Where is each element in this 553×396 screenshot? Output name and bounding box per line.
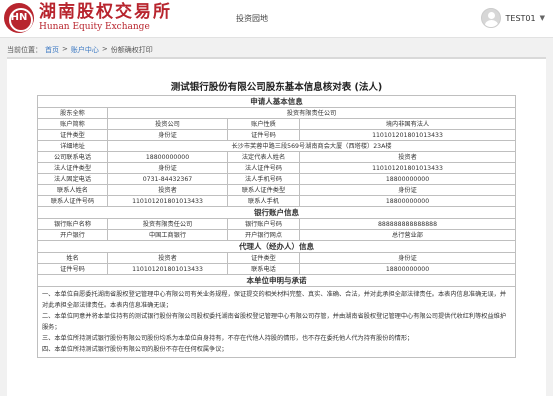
shareholder-name-label: 股东全称 [37,107,108,119]
contact-id-number-value: 110101201801013433 [107,195,228,207]
agent-id-type-label: 证件类型 [227,252,300,264]
bank-account-name-value: 投资有限责任公司 [107,218,228,230]
logo-emblem-icon: HN [4,3,34,33]
legal-id-number-label: 法人证件号码 [227,162,300,174]
exchange-logo[interactable]: HN 湖南股权交易所 Hunan Equity Exchange [4,3,172,33]
shareholder-info-table: 申请人基本信息 股东全称 投资有限责任公司 账户简称 投资公司 账户性质 境内非… [37,95,516,358]
declaration-text: 一、本单位自愿委托湖南省股权登记管理中心有限公司有关业务规程，保证提交的相关材料… [37,286,516,358]
account-nature-value: 境内非国有法人 [299,118,516,130]
breadcrumb-account-center[interactable]: 账户中心 [71,45,99,55]
breadcrumb-home[interactable]: 首页 [45,45,59,55]
top-header: HN 湖南股权交易所 Hunan Equity Exchange 投资园地 TE… [0,0,553,38]
legal-id-number-value: 110101201801013433 [299,162,516,174]
contact-id-type-value: 身份证 [299,184,516,196]
agent-id-number-label: 证件号码 [37,263,108,275]
contact-mobile-label: 联系人手机 [227,195,300,207]
id-type-value: 身份证 [107,129,228,141]
section-declaration: 本单位申明与承诺 [37,274,516,287]
account-short-value: 投资公司 [107,118,228,130]
bank-value: 中国工商银行 [107,229,228,241]
contact-id-number-label: 联系人证件号码 [37,195,108,207]
legal-fixed-phone-label: 法人固定电话 [37,173,108,185]
agent-mobile-value: 18800000000 [299,263,516,275]
agent-id-type-value: 身份证 [299,252,516,264]
main-panel: 测试银行股份有限公司股东基本信息核对表 (法人) 申请人基本信息 股东全称 投资… [7,57,546,396]
contact-name-value: 投资者 [107,184,228,196]
agent-name-label: 姓名 [37,252,108,264]
legal-mobile-label: 法人手机号码 [227,173,300,185]
chevron-down-icon[interactable]: ▼ [540,14,545,22]
contact-mobile-value: 18800000000 [299,195,516,207]
declaration-item-4: 四、本单位所持测试银行股份有限公司的股份不存在任何权属争议； [42,346,228,353]
contact-id-type-label: 联系人证件类型 [227,184,300,196]
account-short-label: 账户简称 [37,118,108,130]
legal-id-type-value: 身份证 [107,162,228,174]
logo-chinese-name: 湖南股权交易所 [39,1,172,22]
legal-rep-name-value: 投资者 [299,151,516,163]
username[interactable]: TEST01 [506,14,536,23]
breadcrumb: 当前位置： 首页 > 账户中心 > 份额确权打印 [7,45,153,55]
nav-investment-garden[interactable]: 投资园地 [236,13,268,24]
shareholder-name-value: 投资有限责任公司 [107,107,516,119]
bank-label: 开户银行 [37,229,108,241]
section-agent-info: 代理人（经办人）信息 [37,240,516,253]
legal-fixed-phone-value: 0731-84432367 [107,173,228,185]
id-type-label: 证件类型 [37,129,108,141]
user-menu[interactable]: TEST01 ▼ [480,8,545,28]
bank-account-no-label: 银行账户号码 [227,218,300,230]
contact-name-label: 联系人姓名 [37,184,108,196]
company-phone-value: 18800000000 [107,151,228,163]
agent-mobile-label: 联系电话 [227,263,300,275]
declaration-item-1: 一、本单位自愿委托湖南省股权登记管理中心有限公司有关业务规程，保证提交的相关材料… [42,291,507,309]
breadcrumb-separator: > [62,45,68,53]
avatar[interactable] [480,8,501,28]
address-value: 长沙市芙蓉中路三段569号湖南商会大厦（西塔楼）23A楼 [107,140,516,152]
bank-branch-value: 总行营业部 [299,229,516,241]
bank-account-name-label: 银行账户名称 [37,218,108,230]
company-phone-label: 公司联系电话 [37,151,108,163]
section-bank-info: 银行账户信息 [37,206,516,219]
legal-rep-name-label: 法定代表人姓名 [227,151,300,163]
agent-id-number-value: 110101201801013433 [107,263,228,275]
address-label: 详细地址 [37,140,108,152]
page-title: 测试银行股份有限公司股东基本信息核对表 (法人) [170,82,383,93]
logo-english-name: Hunan Equity Exchange [39,21,150,32]
id-number-label: 证件号码 [227,129,300,141]
logo-glyph: HN [10,12,28,23]
account-nature-label: 账户性质 [227,118,300,130]
breadcrumb-prefix: 当前位置： [7,46,42,54]
id-number-value: 110101201801013433 [299,129,516,141]
legal-id-type-label: 法人证件类型 [37,162,108,174]
declaration-item-2: 二、本单位同意并将本单位持有的测试银行股份有限公司股权委托湖南省股权登记管理中心… [42,313,507,331]
declaration-item-3: 三、本单位所持测试银行股份有限公司股份均系为本单位自身持有，不存在代他人持股的情… [42,335,414,342]
section-applicant-info: 申请人基本信息 [37,95,516,108]
bank-branch-label: 开户银行网点 [227,229,300,241]
legal-mobile-value: 18800000000 [299,173,516,185]
breadcrumb-current: 份额确权打印 [110,46,153,54]
breadcrumb-separator: > [101,45,108,53]
agent-name-value: 投资者 [107,252,228,264]
bank-account-no-value: 888888888888888 [299,218,516,230]
